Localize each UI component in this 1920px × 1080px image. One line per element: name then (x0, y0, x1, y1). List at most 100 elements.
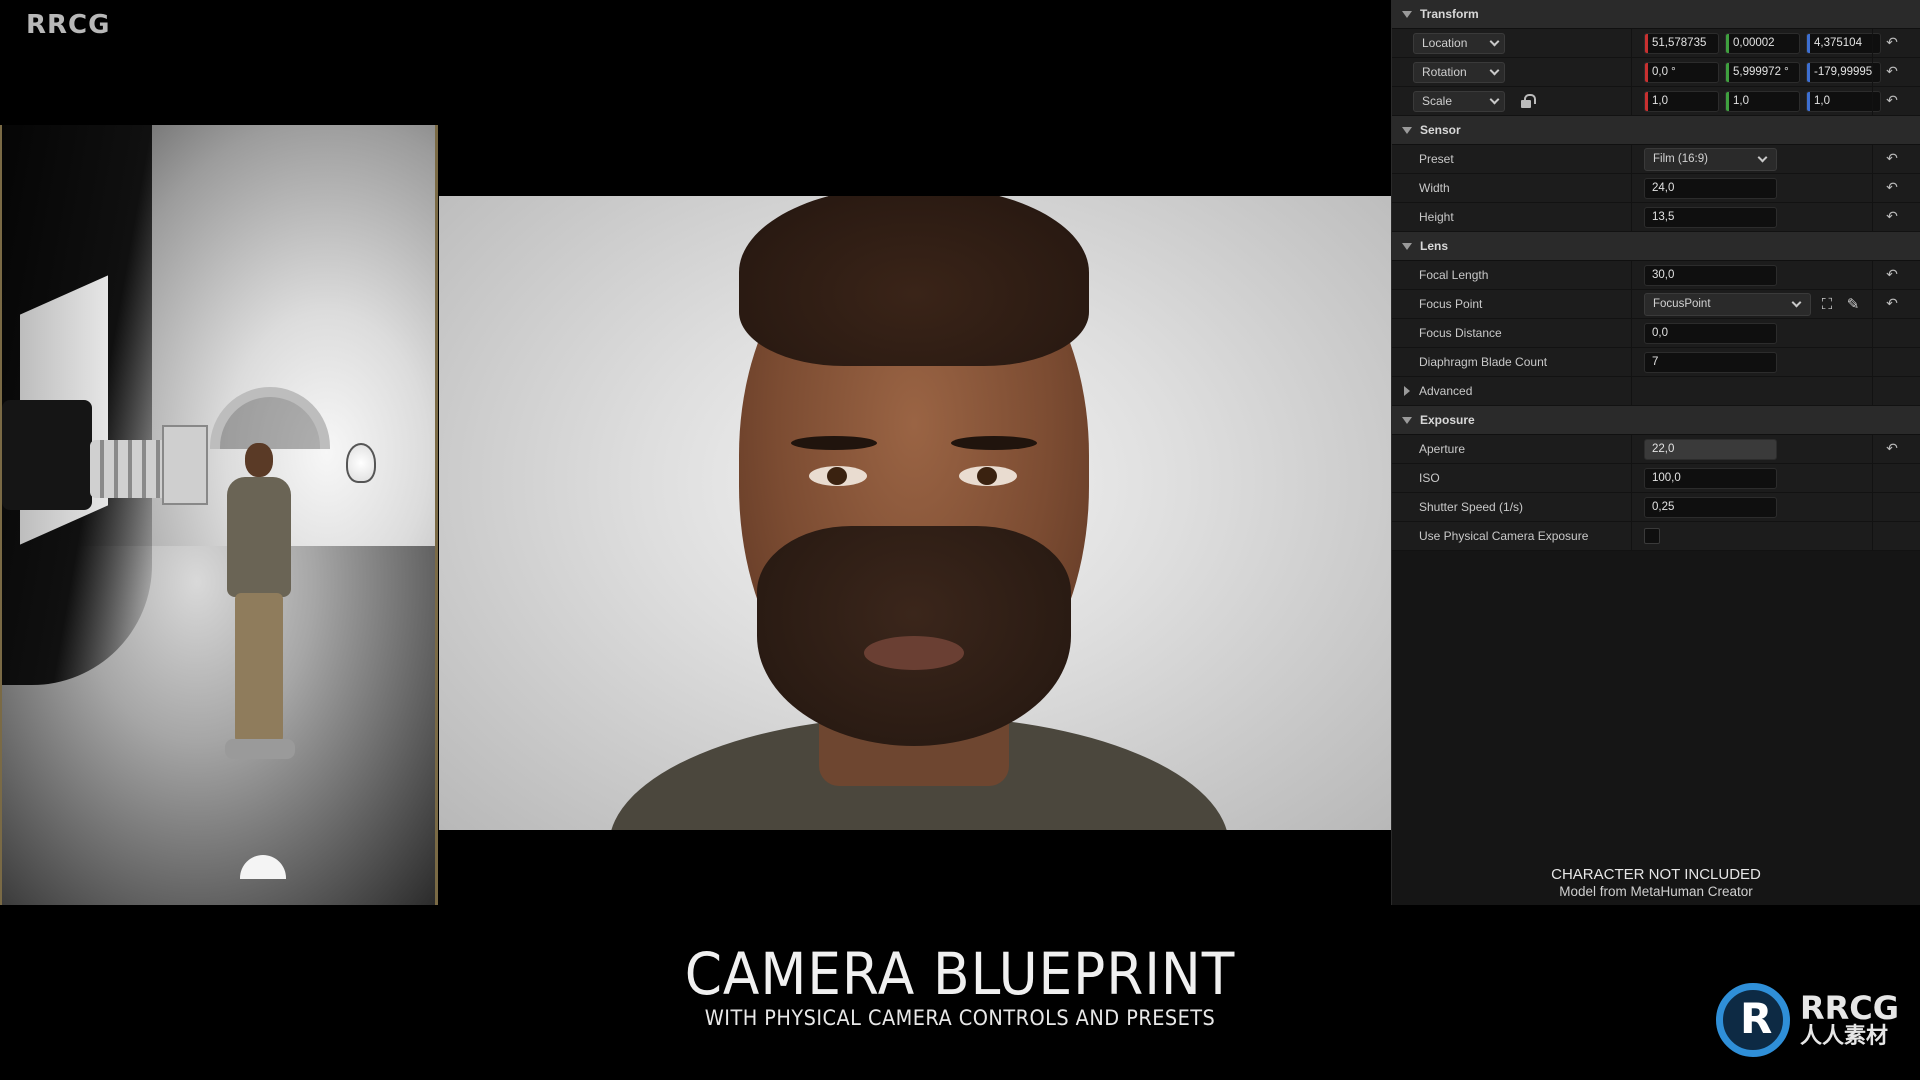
focus-point-dropdown[interactable]: FocusPoint (1644, 292, 1811, 316)
portrait-left-brow (791, 436, 877, 450)
portrait-left-eye (809, 466, 867, 486)
expand-arrow-icon (1402, 242, 1412, 250)
portrait-hair (739, 196, 1089, 366)
blade-count-label: Diaphragm Blade Count (1392, 348, 1632, 376)
focus-point-label: Focus Point (1392, 290, 1632, 318)
row-physical-exposure: Use Physical Camera Exposure (1392, 522, 1920, 551)
reset-arrow-icon[interactable]: ↶ (1884, 268, 1900, 282)
rotation-z-field[interactable]: -179,99995 (1806, 61, 1881, 83)
width-label: Width (1392, 174, 1632, 202)
portrait-right-eye (959, 466, 1017, 486)
physical-exposure-label: Use Physical Camera Exposure (1392, 522, 1632, 550)
row-preset: Preset Film (16:9) ↶ (1392, 145, 1920, 174)
focus-distance-field[interactable]: 0,0 (1644, 322, 1777, 344)
preset-dropdown[interactable]: Film (16:9) (1644, 147, 1777, 171)
point-light-icon (346, 443, 376, 483)
character-model (217, 443, 297, 773)
focal-length-field[interactable]: 30,0 (1644, 264, 1777, 286)
location-mode-dropdown[interactable]: Location (1413, 32, 1505, 54)
blade-count-field[interactable]: 7 (1644, 351, 1777, 373)
chevron-down-icon (1757, 152, 1768, 162)
chevron-down-icon (1489, 94, 1500, 104)
shutter-speed-field[interactable]: 0,25 (1644, 496, 1777, 518)
row-scale: Scale 1,0 1,0 1,0 ↶ (1392, 87, 1920, 116)
row-focus-point: Focus Point FocusPoint ⛶ ✎ ↶ (1392, 290, 1920, 319)
character-legs (235, 593, 283, 743)
height-label: Height (1392, 203, 1632, 231)
row-rotation: Rotation 0,0 ° 5,999972 ° -179,99995 ↶ (1392, 58, 1920, 87)
width-field[interactable]: 24,0 (1644, 177, 1777, 199)
details-panel: Transform Location 51,578735 0,00002 4,3… (1391, 0, 1920, 905)
reset-arrow-icon[interactable]: ↶ (1884, 442, 1900, 456)
section-transform[interactable]: Transform (1392, 0, 1920, 29)
section-lens[interactable]: Lens (1392, 232, 1920, 261)
expand-arrow-icon (1402, 126, 1412, 134)
location-y-field[interactable]: 0,00002 (1725, 32, 1800, 54)
row-height: Height 13,5 ↶ (1392, 203, 1920, 232)
softbox-light (210, 387, 330, 449)
reset-arrow-icon[interactable]: ↶ (1884, 94, 1900, 108)
camera-lens-hood (162, 425, 208, 505)
row-iso: ISO 100,0 (1392, 464, 1920, 493)
row-width: Width 24,0 ↶ (1392, 174, 1920, 203)
rotation-mode-dropdown[interactable]: Rotation (1413, 61, 1505, 83)
portrait-mouth (864, 636, 964, 670)
section-exposure[interactable]: Exposure (1392, 406, 1920, 435)
shutter-speed-label: Shutter Speed (1/s) (1392, 493, 1632, 521)
eyedropper-icon[interactable]: ✎ (1843, 294, 1863, 314)
reset-arrow-icon[interactable]: ↶ (1884, 36, 1900, 50)
section-title: Lens (1420, 239, 1449, 253)
focal-length-label: Focal Length (1392, 261, 1632, 289)
focus-frame-icon[interactable]: ⛶ (1817, 294, 1837, 314)
character-shoes (225, 739, 295, 759)
camera-render-viewport[interactable] (439, 196, 1391, 830)
reset-arrow-icon[interactable]: ↶ (1884, 181, 1900, 195)
expand-arrow-icon (1402, 10, 1412, 18)
character-notice: CHARACTER NOT INCLUDED (1551, 866, 1761, 883)
reset-arrow-icon[interactable]: ↶ (1884, 65, 1900, 79)
portrait-right-brow (951, 436, 1037, 450)
aperture-field[interactable]: 22,0 (1644, 438, 1777, 460)
reset-arrow-icon[interactable]: ↶ (1884, 210, 1900, 224)
iso-field[interactable]: 100,0 (1644, 467, 1777, 489)
iso-label: ISO (1392, 464, 1632, 492)
section-title: Exposure (1420, 413, 1475, 427)
camera-body (2, 400, 92, 510)
corner-watermark-logo: RRCG (26, 10, 111, 40)
rotation-y-field[interactable]: 5,999972 ° (1725, 61, 1800, 83)
row-focal-length: Focal Length 30,0 ↶ (1392, 261, 1920, 290)
lock-icon[interactable] (1519, 94, 1536, 108)
brand-cn-name: 人人素材 (1800, 1024, 1889, 1049)
reset-arrow-icon[interactable]: ↶ (1884, 152, 1900, 166)
scale-z-field[interactable]: 1,0 (1806, 90, 1881, 112)
brand-logo: RRCG 人人素材 (1716, 983, 1899, 1057)
height-field[interactable]: 13,5 (1644, 206, 1777, 228)
character-head (245, 443, 273, 477)
section-title: Sensor (1420, 123, 1461, 137)
preset-label: Preset (1392, 145, 1632, 173)
row-blade-count: Diaphragm Blade Count 7 (1392, 348, 1920, 377)
physical-exposure-checkbox[interactable] (1644, 528, 1660, 544)
chevron-down-icon (1489, 65, 1500, 75)
scale-mode-dropdown[interactable]: Scale (1413, 90, 1505, 112)
rotation-x-field[interactable]: 0,0 ° (1644, 61, 1719, 83)
aperture-label: Aperture (1392, 435, 1632, 463)
location-x-field[interactable]: 51,578735 (1644, 32, 1719, 54)
scale-y-field[interactable]: 1,0 (1725, 90, 1800, 112)
row-advanced[interactable]: Advanced (1392, 377, 1920, 406)
focus-distance-label: Focus Distance (1392, 319, 1632, 347)
row-aperture: Aperture 22,0 ↶ (1392, 435, 1920, 464)
expand-arrow-icon (1402, 416, 1412, 424)
brand-name: RRCG (1800, 989, 1900, 1027)
character-torso (227, 477, 291, 597)
scale-x-field[interactable]: 1,0 (1644, 90, 1719, 112)
advanced-label: Advanced (1419, 384, 1473, 398)
row-shutter-speed: Shutter Speed (1/s) 0,25 (1392, 493, 1920, 522)
row-location: Location 51,578735 0,00002 4,375104 ↶ (1392, 29, 1920, 58)
chevron-down-icon (1489, 36, 1500, 46)
section-sensor[interactable]: Sensor (1392, 116, 1920, 145)
studio-scene-viewport[interactable] (0, 125, 438, 905)
location-z-field[interactable]: 4,375104 (1806, 32, 1881, 54)
brand-mark-icon (1716, 983, 1790, 1057)
reset-arrow-icon[interactable]: ↶ (1884, 297, 1900, 311)
